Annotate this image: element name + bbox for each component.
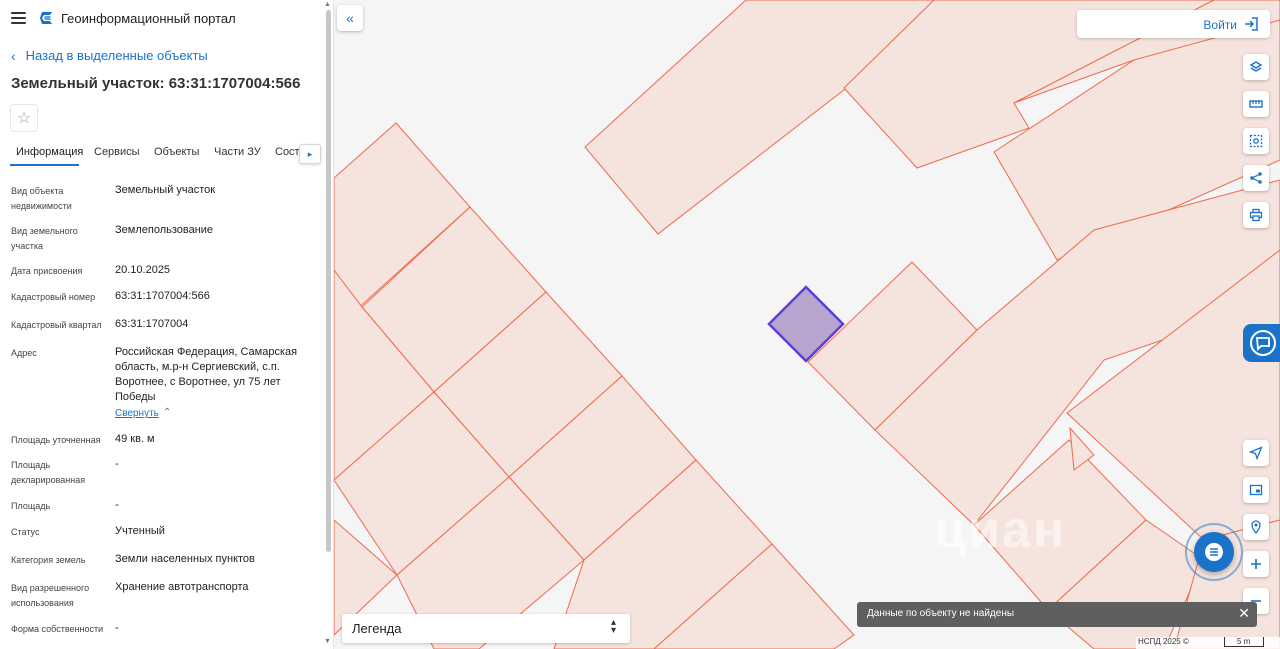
back-link-label: Назад в выделенные объекты [25,48,208,63]
active-tab-indicator [10,164,79,166]
field-value: 63:31:1707004 [115,318,189,330]
address-value: Российская Федерация, Самарская область,… [115,346,298,403]
field-value: Землепользование [115,224,214,236]
zoom-in-icon [1251,559,1261,569]
legend-label: Легенда [352,621,402,636]
login-button[interactable]: Войти [1077,10,1270,38]
tabs-scroll-right-button[interactable]: ▸ [299,144,321,164]
minimap-button[interactable] [1243,477,1269,503]
tab-bar: Информация Сервисы Объекты Части ЗУ Сост… [0,140,322,168]
field-value: 20.10.2025 [115,264,171,276]
field-value: - [115,622,119,634]
ruler-button[interactable] [1243,91,1269,117]
tab-objects[interactable]: Объекты [154,146,199,158]
field-value: 63:31:1707004:566 [115,290,210,302]
message-icon [1205,543,1223,561]
portal-logo-icon [40,12,52,24]
scroll-up-arrow-icon[interactable]: ▲ [324,1,331,8]
chevron-left-icon: ‹ [11,47,16,64]
tab-info[interactable]: Информация [16,146,83,158]
notification-toast: Данные по объекту не найдены ✕ [857,602,1257,627]
collapse-address-link[interactable]: Свернуть [115,408,159,419]
chevron-right-icon: ▸ [307,148,313,159]
field-label: Площадь [11,501,51,511]
ruler-icon [1249,100,1263,108]
chat-bubble-icon [1250,330,1276,356]
locate-icon [1249,446,1263,460]
panel-scrollbar[interactable] [326,10,331,552]
field-label: Площадь уточненная [11,435,101,445]
double-chevron-left-icon: « [346,10,354,26]
field-label: Кадастровый квартал [11,320,102,330]
tab-services[interactable]: Сервисы [94,146,140,158]
collapse-panel-button[interactable]: « [337,5,363,31]
pin-icon [1251,520,1261,534]
map-canvas[interactable]: циан « Войти Легенда ▴ ▾ Данные по объек… [334,0,1280,649]
area-select-icon [1249,134,1263,148]
close-icon[interactable]: ✕ [1238,605,1250,622]
back-to-selected-link[interactable]: ‹ Назад в выделенные объекты [11,48,208,63]
chat-button[interactable] [1194,532,1234,572]
field-value: 49 кв. м [115,433,155,445]
star-icon: ☆ [16,110,32,127]
share-icon [1250,172,1262,184]
sort-arrows-icon: ▴ ▾ [610,617,616,636]
login-label: Войти [1203,18,1237,32]
locate-button[interactable] [1243,440,1269,466]
field-value: Земельный участок [115,184,216,196]
field-value: Учтенный [115,525,165,537]
zoom-in-button[interactable] [1243,551,1269,577]
field-label: Вид разрешенного использования [11,583,90,608]
login-icon [1245,17,1258,31]
print-icon [1249,208,1263,222]
field-label: Кадастровый номер [11,292,96,302]
portal-title: Геоинформационный портал [61,11,236,26]
watermark-text: циан [934,501,1067,559]
field-value: - [115,458,119,470]
layers-icon [1249,61,1263,72]
tab-composition[interactable]: Соста [275,146,299,158]
field-label: Вид земельного участка [11,226,78,251]
side-assistant-tab[interactable] [1243,324,1280,362]
scroll-down-arrow-icon[interactable]: ▼ [324,638,331,645]
area-select-button[interactable] [1243,128,1269,154]
field-value: Земли населенных пунктов [115,553,255,565]
print-button[interactable] [1243,202,1269,228]
scale-label: 5 m [1237,637,1251,646]
field-label: Дата присвоения [11,266,83,276]
legend-dropdown[interactable]: Легенда ▴ ▾ [342,614,630,643]
field-label: Статус [11,527,40,537]
share-button[interactable] [1243,165,1269,191]
side-panel: Геоинформационный портал ‹ Назад в выдел… [0,0,334,649]
layers-button[interactable] [1243,54,1269,80]
field-label: Категория земель [11,555,86,565]
field-label: Вид объекта недвижимости [11,186,72,211]
field-value: - [115,499,119,511]
field-label: Площадь декларированная [11,460,86,485]
field-value: Хранение автотранспорта [115,581,249,593]
picture-in-picture-icon [1249,484,1263,496]
chevron-up-icon[interactable]: ⌃ [163,407,171,418]
page-title: Земельный участок: 63:31:1707004:566 [11,75,301,92]
menu-icon[interactable] [11,12,26,24]
top-bar: Геоинформационный портал [0,0,326,38]
tab-parts[interactable]: Части ЗУ [214,146,261,158]
field-label: Адрес [11,348,37,358]
toast-message: Данные по объекту не найдены [867,608,1015,619]
favorite-star-button[interactable]: ☆ [10,104,38,132]
cadastral-parcels-layer [334,0,1280,649]
field-label: Форма собственности [11,624,104,634]
pin-button[interactable] [1243,514,1269,540]
